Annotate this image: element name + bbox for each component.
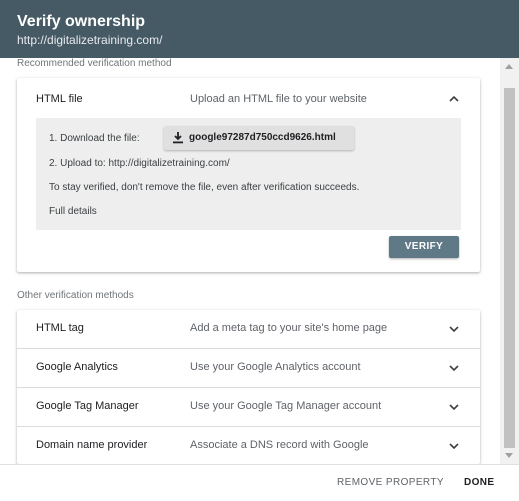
scrollbar-thumb[interactable] [504,88,515,448]
done-button[interactable]: DONE [464,477,495,488]
chevron-down-icon[interactable] [446,321,462,337]
download-icon [172,131,184,149]
verification-note: To stay verified, don't remove the file,… [49,182,360,193]
verify-ownership-dialog: Verify ownership http://digitalizetraini… [0,0,519,501]
chevron-up-icon[interactable] [446,91,462,107]
html-file-method-desc: Upload an HTML file to your website [190,93,367,105]
method-name: Domain name provider [36,439,148,451]
recommended-section-label: Recommended verification method [17,58,172,69]
download-file-name: google97287d750ccd9626.html [189,132,336,143]
method-name: Google Analytics [36,361,118,373]
html-file-method-name[interactable]: HTML file [36,93,83,105]
method-row-html-tag[interactable]: HTML tag Add a meta tag to your site's h… [17,310,480,349]
scroll-down-arrow-icon[interactable] [505,453,513,458]
chevron-down-icon[interactable] [446,360,462,376]
dialog-title: Verify ownership [17,13,146,30]
remove-property-button[interactable]: REMOVE PROPERTY [337,477,444,488]
full-details-link[interactable]: Full details [49,206,97,217]
chevron-down-icon[interactable] [446,399,462,415]
scroll-up-arrow-icon[interactable] [505,64,513,69]
step2-label: 2. Upload to: [49,158,106,169]
method-row-google-analytics[interactable]: Google Analytics Use your Google Analyti… [17,349,480,388]
other-section-label: Other verification methods [17,290,134,301]
method-desc: Use your Google Tag Manager account [190,400,382,412]
method-row-google-tag-manager[interactable]: Google Tag Manager Use your Google Tag M… [17,388,480,427]
property-url: http://digitalizetraining.com/ [17,33,163,47]
other-methods-card: HTML tag Add a meta tag to your site's h… [17,310,480,464]
dialog-header: Verify ownership http://digitalizetraini… [0,0,519,58]
method-name: HTML tag [36,322,84,334]
dialog-content: Recommended verification method HTML fil… [0,58,500,464]
html-file-card: HTML file Upload an HTML file to your we… [17,78,480,272]
scrollbar[interactable] [500,58,519,464]
dialog-footer: REMOVE PROPERTY DONE [0,464,519,501]
method-desc: Use your Google Analytics account [190,361,361,373]
method-name: Google Tag Manager [36,400,139,412]
download-file-button[interactable]: google97287d750ccd9626.html [164,126,354,150]
verify-button[interactable]: VERIFY [389,236,459,258]
html-file-instructions: 1. Download the file: google97287d750ccd… [36,118,461,230]
method-desc: Associate a DNS record with Google [190,439,369,451]
chevron-down-icon[interactable] [446,438,462,454]
step1-label: 1. Download the file: [49,133,140,144]
step2-url: http://digitalizetraining.com/ [108,158,230,169]
step2-text: 2. Upload to: http://digitalizetraining.… [49,158,230,169]
method-desc: Add a meta tag to your site's home page [190,322,388,334]
method-row-domain-name-provider[interactable]: Domain name provider Associate a DNS rec… [17,427,480,464]
